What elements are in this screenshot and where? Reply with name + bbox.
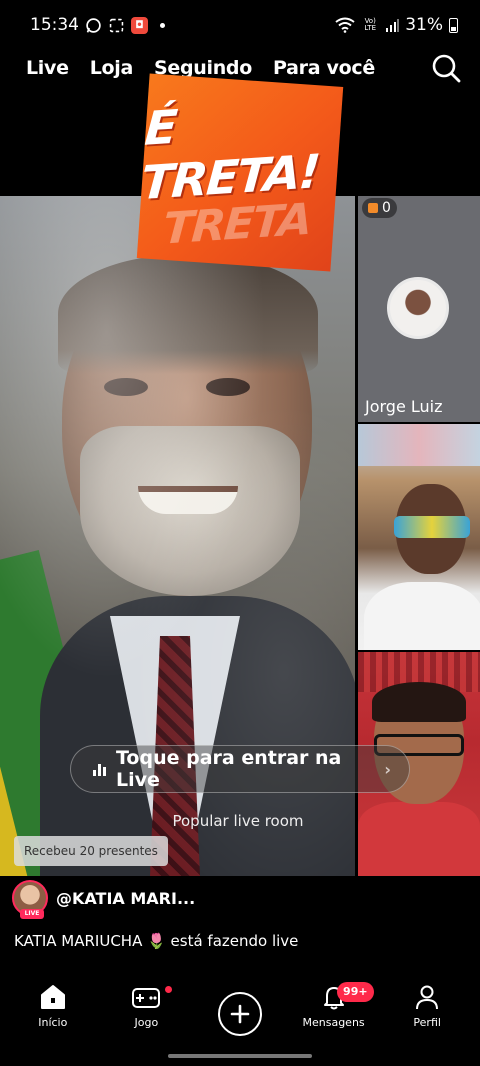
gift-count-badge: 0: [362, 198, 397, 218]
gifts-received-badge: Recebeu 20 presentes: [14, 836, 168, 866]
popular-room-label: Popular live room: [0, 812, 480, 830]
nav-label: Jogo: [134, 1016, 159, 1029]
sticker-echo-text: TRETA: [161, 194, 312, 255]
join-live-label: Toque para entrar na Live: [116, 747, 342, 791]
status-left: 15:34 ◘: [30, 15, 165, 35]
guest-name: Jorge Luiz: [365, 397, 443, 416]
plus-icon: [217, 992, 262, 1036]
bottom-nav: Início Jogo 99+ Mensagens Perfil: [0, 982, 480, 1044]
battery-percent: 31%: [405, 15, 443, 35]
background-poster: [358, 424, 480, 466]
battery-icon: [449, 17, 458, 33]
chevron-right-icon: ›: [384, 759, 391, 779]
guest-tile-2[interactable]: [358, 424, 480, 650]
host-avatar[interactable]: LIVE: [12, 880, 48, 919]
guest-hair: [372, 682, 466, 722]
audio-bars-icon: [93, 762, 106, 776]
nav-label: Mensagens: [302, 1016, 365, 1029]
live-badge: LIVE: [20, 909, 44, 919]
more-notifications-dot: [160, 22, 165, 28]
person-icon: [412, 982, 442, 1012]
guest-tile-1[interactable]: 0 Jorge Luiz: [358, 196, 480, 422]
nav-jogo[interactable]: Jogo: [106, 982, 186, 1029]
search-icon[interactable]: [430, 52, 462, 84]
gift-icon: [368, 203, 378, 213]
host-handle[interactable]: @KATIA MARI...: [56, 889, 195, 908]
status-right: Vo) LTE 31%: [335, 15, 458, 35]
volte-label: Vo) LTE: [364, 17, 377, 32]
live-description: KATIA MARIUCHA 🌷 está fazendo live: [14, 932, 299, 950]
popular-room-text: Popular live room: [172, 812, 304, 830]
message-count-badge: 99+: [337, 982, 374, 1002]
gift-count: 0: [382, 200, 391, 216]
guest-avatar: [387, 277, 449, 339]
sticker-text: É TRETA!: [139, 100, 321, 212]
tab-para-voce[interactable]: Para você: [273, 57, 375, 79]
home-indicator[interactable]: [168, 1054, 312, 1058]
home-icon: [38, 982, 68, 1012]
guest-sunglasses: [394, 516, 470, 538]
app-notification-icon: ◘: [131, 16, 148, 34]
status-bar: 15:34 ◘ Vo) LTE 31%: [0, 0, 480, 50]
guest-shirt: [364, 582, 480, 650]
screenshot-icon: [108, 17, 125, 34]
gamepad-icon: [131, 982, 161, 1012]
nav-inicio[interactable]: Início: [13, 982, 93, 1029]
whatsapp-icon: [85, 17, 102, 34]
nav-mensagens[interactable]: 99+ Mensagens: [294, 982, 374, 1029]
treta-sticker: É TRETA! TRETA: [136, 73, 344, 272]
tab-loja[interactable]: Loja: [90, 57, 134, 79]
clock: 15:34: [30, 15, 79, 35]
host-row[interactable]: LIVE @KATIA MARI...: [12, 880, 195, 919]
nav-create[interactable]: [200, 982, 280, 1036]
signal-icon: [385, 18, 400, 32]
join-live-button[interactable]: Toque para entrar na Live ›: [70, 745, 410, 793]
nav-label: Início: [38, 1016, 68, 1029]
nav-perfil[interactable]: Perfil: [387, 982, 467, 1029]
notification-dot: [165, 986, 173, 993]
wifi-icon: [335, 17, 355, 33]
nav-label: Perfil: [413, 1016, 441, 1029]
tab-live[interactable]: Live: [26, 57, 69, 79]
